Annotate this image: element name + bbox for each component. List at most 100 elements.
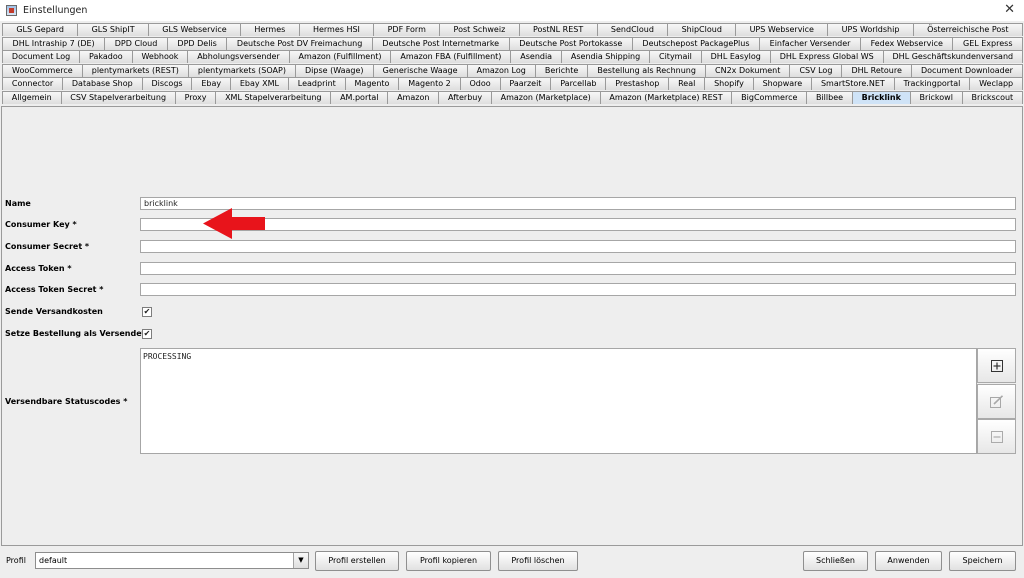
tab-citymail[interactable]: Citymail [649, 50, 702, 63]
tab-amazon-fba-fulfillment[interactable]: Amazon FBA (Fulfillment) [390, 50, 512, 63]
copy-profile-button[interactable]: Profil kopieren [406, 551, 491, 571]
tab-ups-webservice[interactable]: UPS Webservice [735, 23, 829, 36]
tab-document-log[interactable]: Document Log [2, 50, 81, 63]
tab-hermes[interactable]: Hermes [239, 23, 300, 36]
tab-deutsche-post-internetmarke[interactable]: Deutsche Post Internetmarke [371, 36, 510, 50]
tab-gls-gepard[interactable]: GLS Gepard [2, 23, 79, 36]
tab-amazon-marketplace-rest[interactable]: Amazon (Marketplace) REST [599, 90, 733, 104]
tab-afterbuy[interactable]: Afterbuy [438, 90, 492, 104]
tab-csv-log[interactable]: CSV Log [789, 63, 843, 77]
tab-deutsche-post-portokasse[interactable]: Deutsche Post Portokasse [508, 36, 633, 50]
consumer-key-field[interactable] [140, 218, 1016, 231]
tab-discogs[interactable]: Discogs [141, 77, 193, 90]
tab-shipcloud[interactable]: ShipCloud [667, 23, 737, 36]
tab-woocommerce[interactable]: WooCommerce [2, 63, 83, 77]
set-order-shipped-checkbox[interactable]: ✔ [142, 329, 152, 339]
tab-österreichische-post[interactable]: Österreichische Post [912, 23, 1023, 36]
add-status-button[interactable] [977, 348, 1016, 383]
tab-hermes-hsi[interactable]: Hermes HSI [298, 23, 375, 36]
tab-am-portal[interactable]: AM.portal [330, 90, 389, 104]
create-profile-button[interactable]: Profil erstellen [315, 551, 399, 571]
tab-plentymarkets-soap[interactable]: plentymarkets (SOAP) [187, 63, 296, 77]
tab-abholungsversender[interactable]: Abholungsversender [187, 50, 290, 63]
tab-magento-2[interactable]: Magento 2 [398, 77, 461, 90]
tab-weclapp[interactable]: Weclapp [969, 77, 1024, 90]
tab-gls-webservice[interactable]: GLS Webservice [147, 23, 241, 36]
tab-ups-worldship[interactable]: UPS Worldship [827, 23, 914, 36]
save-button[interactable]: Speichern [949, 551, 1016, 571]
tab-berichte[interactable]: Berichte [534, 63, 589, 77]
tab-plentymarkets-rest[interactable]: plentymarkets (REST) [81, 63, 189, 77]
tab-shopify[interactable]: Shopify [704, 77, 754, 90]
tab-pdf-form[interactable]: PDF Form [373, 23, 441, 36]
status-codes-list[interactable]: PROCESSING [140, 348, 977, 454]
tab-asendia-shipping[interactable]: Asendia Shipping [561, 50, 651, 63]
tab-deutschepost-packageplus[interactable]: Deutschepost PackagePlus [631, 36, 761, 50]
tab-connector[interactable]: Connector [2, 77, 64, 90]
name-field[interactable]: bricklink [140, 197, 1016, 210]
tab-webhook[interactable]: Webhook [131, 50, 189, 63]
tab-postnl-rest[interactable]: PostNL REST [518, 23, 598, 36]
list-item[interactable]: PROCESSING [143, 352, 974, 361]
tab-dhl-easylog[interactable]: DHL Easylog [700, 50, 771, 63]
tab-ebay[interactable]: Ebay [191, 77, 231, 90]
tab-dipse-waage[interactable]: Dipse (Waage) [294, 63, 374, 77]
tab-bricklink[interactable]: Bricklink [851, 90, 911, 104]
tab-smartstore-net[interactable]: SmartStore.NET [811, 77, 895, 90]
tab-trackingportal[interactable]: Trackingportal [893, 77, 971, 90]
tab-database-shop[interactable]: Database Shop [62, 77, 143, 90]
tab-allgemein[interactable]: Allgemein [2, 90, 62, 104]
tab-dpd-delis[interactable]: DPD Delis [166, 36, 228, 50]
tab-gls-shipit[interactable]: GLS ShipIT [77, 23, 149, 36]
tab-ebay-xml[interactable]: Ebay XML [229, 77, 289, 90]
tab-billbee[interactable]: Billbee [806, 90, 853, 104]
tab-gel-express[interactable]: GEL Express [952, 36, 1024, 50]
tab-paarzeit[interactable]: Paarzeit [499, 77, 552, 90]
tab-amazon[interactable]: Amazon [387, 90, 440, 104]
edit-status-button[interactable] [977, 384, 1016, 419]
tab-einfacher-versender[interactable]: Einfacher Versender [759, 36, 862, 50]
tab-document-downloader[interactable]: Document Downloader [910, 63, 1023, 77]
tab-post-schweiz[interactable]: Post Schweiz [439, 23, 520, 36]
tab-shopware[interactable]: Shopware [752, 77, 813, 90]
tab-amazon-marketplace[interactable]: Amazon (Marketplace) [490, 90, 601, 104]
tab-dhl-intraship-7-de[interactable]: DHL Intraship 7 (DE) [2, 36, 106, 50]
access-token-secret-field[interactable] [140, 283, 1016, 296]
close-icon[interactable]: ✕ [1004, 3, 1015, 17]
profile-select[interactable]: default ▼ [35, 552, 309, 569]
tab-real[interactable]: Real [668, 77, 706, 90]
tab-proxy[interactable]: Proxy [174, 90, 217, 104]
tab-csv-stapelverarbeitung[interactable]: CSV Stapelverarbeitung [60, 90, 176, 104]
tab-dpd-cloud[interactable]: DPD Cloud [104, 36, 168, 50]
tab-brickscout[interactable]: Brickscout [961, 90, 1023, 104]
tab-prestashop[interactable]: Prestashop [605, 77, 670, 90]
tab-generische-waage[interactable]: Generische Waage [372, 63, 468, 77]
tab-odoo[interactable]: Odoo [459, 77, 501, 90]
tab-cn2x-dokument[interactable]: CN2x Dokument [704, 63, 791, 77]
access-token-field[interactable] [140, 262, 1016, 275]
tab-fedex-webservice[interactable]: Fedex Webservice [860, 36, 954, 50]
delete-profile-button[interactable]: Profil löschen [498, 551, 578, 571]
tab-deutsche-post-dv-freimachung[interactable]: Deutsche Post DV Freimachung [226, 36, 373, 50]
tab-magento[interactable]: Magento [344, 77, 400, 90]
tab-amazon-fulfillment[interactable]: Amazon (Fulfillment) [288, 50, 392, 63]
tab-sendcloud[interactable]: SendCloud [596, 23, 669, 36]
remove-status-button[interactable] [977, 419, 1016, 454]
close-button[interactable]: Schließen [803, 551, 868, 571]
tab-brickowl[interactable]: Brickowl [909, 90, 963, 104]
tab-dhl-express-global-ws[interactable]: DHL Express Global WS [769, 50, 884, 63]
tab-dhl-geschäftskundenversand[interactable]: DHL Geschäftskundenversand [882, 50, 1023, 63]
tab-leadprint[interactable]: Leadprint [287, 77, 346, 90]
apply-button[interactable]: Anwenden [875, 551, 942, 571]
tab-asendia[interactable]: Asendia [510, 50, 562, 63]
tab-xml-stapelverarbeitung[interactable]: XML Stapelverarbeitung [215, 90, 332, 104]
tab-amazon-log[interactable]: Amazon Log [466, 63, 536, 77]
tab-bestellung-als-rechnung[interactable]: Bestellung als Rechnung [587, 63, 706, 77]
chevron-down-icon[interactable]: ▼ [293, 553, 308, 568]
consumer-secret-field[interactable] [140, 240, 1016, 253]
tab-parcellab[interactable]: Parcellab [550, 77, 607, 90]
send-shipping-costs-checkbox[interactable]: ✔ [142, 307, 152, 317]
tab-pakadoo[interactable]: Pakadoo [79, 50, 133, 63]
tab-bigcommerce[interactable]: BigCommerce [731, 90, 808, 104]
tab-dhl-retoure[interactable]: DHL Retoure [841, 63, 912, 77]
